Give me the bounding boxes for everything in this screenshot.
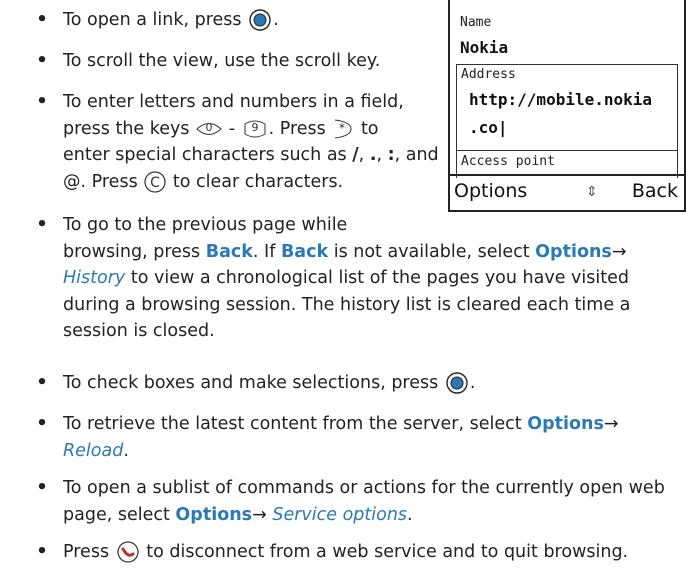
options-softkey[interactable]: Options	[454, 180, 527, 202]
address-value-line2: .co|	[469, 118, 508, 137]
back-softkey[interactable]: Back	[632, 180, 678, 202]
bullet: •	[36, 541, 48, 562]
key-9-icon: 9	[244, 120, 266, 137]
list-item-disconnect: Press to disconnect from a web service a…	[63, 541, 629, 563]
svg-text:0: 0	[206, 121, 213, 134]
bullet: •	[36, 91, 48, 112]
list-item-open-link: To open a link, press .	[63, 9, 279, 31]
bullet: •	[36, 214, 48, 235]
bullet: •	[36, 372, 48, 393]
svg-text:*: *	[339, 121, 345, 135]
end-key-icon	[117, 541, 139, 563]
bullet: •	[36, 413, 48, 434]
bullet: •	[36, 477, 48, 498]
list-item-reload: To retrieve the latest content from the …	[63, 414, 619, 461]
svg-text:9: 9	[251, 121, 258, 134]
key-0-icon: 0	[196, 121, 222, 135]
list-item-previous-page: To go to the previous page while browsin…	[63, 215, 631, 341]
name-value: Nokia	[460, 38, 509, 57]
access-point-label: Access point	[461, 154, 555, 169]
navi-key-icon	[249, 9, 271, 31]
list-item-service-options: To open a sublist of commands or actions…	[63, 478, 665, 525]
softkey-bar: Options ⇕ Back	[450, 174, 684, 210]
svg-text:C: C	[150, 175, 160, 191]
list-item-check-boxes: To check boxes and make selections, pres…	[63, 372, 476, 394]
key-star-icon: *	[335, 119, 352, 138]
phone-screen: Name Nokia Address http://mobile.nokia .…	[448, 0, 686, 212]
list-item-scroll: To scroll the view, use the scroll key.	[63, 51, 381, 71]
address-label: Address	[461, 67, 516, 82]
navi-key-icon	[446, 372, 468, 394]
bullet: •	[36, 50, 48, 71]
address-field[interactable]: Address http://mobile.nokia .co|	[456, 64, 678, 151]
clear-key-icon: C	[144, 170, 166, 193]
bullet: •	[36, 9, 48, 30]
name-label: Name	[460, 15, 492, 30]
list-item-enter-letters: To enter letters and numbers in a field,…	[63, 92, 439, 193]
address-value-line1: http://mobile.nokia	[469, 90, 653, 109]
scroll-indicator-icon: ⇕	[586, 184, 598, 200]
